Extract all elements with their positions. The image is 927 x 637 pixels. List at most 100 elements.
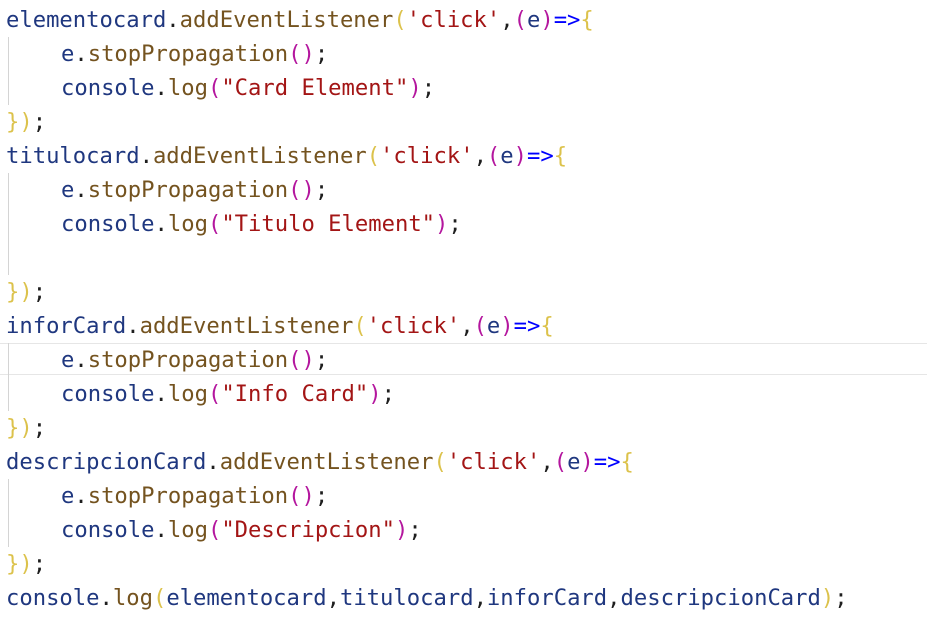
code-token-punct: .: [74, 177, 88, 203]
code-token-param: e: [567, 449, 581, 475]
code-token-paren2: (: [207, 75, 222, 101]
code-token-paren2: ): [580, 449, 594, 475]
code-token-punct: .: [166, 7, 180, 33]
code-token-punct: .: [154, 211, 168, 237]
code-token-punct: ;: [314, 483, 329, 509]
indent-guide: [8, 173, 9, 275]
code-token-punct: ;: [32, 551, 47, 577]
code-token-param: descripcionCard: [620, 585, 821, 611]
code-token-method: log: [167, 517, 208, 543]
code-token-brace1: (: [152, 585, 167, 611]
code-token-paren2: ): [513, 143, 527, 169]
indent-guide: [8, 37, 9, 105]
code-token-punct: ,: [326, 585, 340, 611]
code-line[interactable]: console.log("Info Card");: [61, 377, 395, 411]
code-token-punct: ;: [314, 177, 329, 203]
code-line[interactable]: e.stopPropagation();: [61, 343, 328, 377]
code-token-method: addEventListener: [152, 143, 367, 169]
code-token-punct: ;: [448, 211, 462, 237]
code-line[interactable]: });: [6, 547, 46, 581]
indent-guide: [8, 343, 9, 411]
code-token-paren2: ): [540, 7, 554, 33]
code-line[interactable]: });: [6, 411, 46, 445]
code-line[interactable]: console.log("Titulo Element");: [61, 207, 462, 241]
code-token-method: addEventListener: [219, 449, 434, 475]
code-token-str: "Descripcion": [221, 517, 395, 543]
code-token-param: e: [61, 41, 75, 67]
code-line[interactable]: elementocard.addEventListener('click',(e…: [6, 3, 594, 37]
code-line[interactable]: console.log(elementocard,titulocard,info…: [6, 581, 848, 615]
code-token-brace1: {: [580, 7, 594, 33]
code-token-obj: console: [61, 75, 155, 101]
code-line[interactable]: console.log("Card Element");: [61, 71, 435, 105]
code-token-punct: .: [74, 41, 88, 67]
code-token-method: log: [112, 585, 153, 611]
code-line[interactable]: e.stopPropagation();: [61, 173, 328, 207]
code-token-brace1: {: [553, 143, 568, 169]
code-token-punct: .: [74, 347, 88, 373]
code-line[interactable]: e.stopPropagation();: [61, 479, 328, 513]
code-token-brace1: (: [353, 313, 367, 339]
code-token-brace1: {: [620, 449, 634, 475]
code-token-method: log: [167, 75, 208, 101]
code-token-method: stopPropagation: [87, 347, 289, 373]
code-token-param: elementocard: [166, 585, 327, 611]
code-token-method: addEventListener: [139, 313, 354, 339]
code-token-paren2: (): [288, 177, 315, 203]
code-line[interactable]: titulocard.addEventListener('click',(e)=…: [6, 139, 567, 173]
code-token-arrow: =>: [513, 313, 541, 339]
code-token-paren2: (): [288, 483, 315, 509]
code-token-punct: ,: [460, 313, 474, 339]
code-token-punct: ;: [314, 347, 329, 373]
code-token-brace1: }): [6, 415, 33, 441]
code-token-obj: elementocard: [6, 7, 167, 33]
code-line[interactable]: e.stopPropagation();: [61, 37, 328, 71]
code-line[interactable]: inforCard.addEventListener('click',(e)=>…: [6, 309, 554, 343]
code-token-punct: ,: [607, 585, 621, 611]
code-token-str: "Card Element": [221, 75, 409, 101]
code-token-paren2: ): [368, 381, 382, 407]
code-token-param: e: [526, 7, 541, 33]
code-token-str: 'click': [406, 7, 501, 33]
code-token-punct: .: [126, 313, 140, 339]
code-token-paren2: (: [473, 313, 487, 339]
code-token-obj: console: [61, 517, 155, 543]
code-token-brace1: (: [433, 449, 447, 475]
code-token-param: e: [61, 347, 75, 373]
code-line[interactable]: descripcionCard.addEventListener('click'…: [6, 445, 634, 479]
code-token-param: e: [486, 313, 501, 339]
code-editor[interactable]: elementocard.addEventListener('click',(e…: [0, 0, 927, 637]
code-line[interactable]: console.log("Descripcion");: [61, 513, 422, 547]
code-token-punct: ,: [473, 585, 487, 611]
code-token-paren2: (: [513, 7, 527, 33]
code-token-method: stopPropagation: [87, 177, 289, 203]
code-token-method: stopPropagation: [87, 483, 289, 509]
code-token-paren2: ): [408, 75, 422, 101]
code-token-str: "Info Card": [221, 381, 369, 407]
code-token-punct: .: [74, 483, 88, 509]
code-token-brace1: (: [393, 7, 407, 33]
code-token-param: e: [61, 483, 75, 509]
code-token-obj: console: [61, 211, 155, 237]
code-token-punct: .: [206, 449, 220, 475]
code-token-param: inforCard: [486, 585, 608, 611]
code-token-param: e: [500, 143, 514, 169]
code-token-punct: .: [154, 381, 168, 407]
code-token-obj: inforCard: [6, 313, 127, 339]
code-token-paren2: (): [288, 347, 315, 373]
code-token-paren2: ): [500, 313, 514, 339]
code-token-str: 'click': [446, 449, 541, 475]
code-token-punct: ;: [32, 109, 47, 135]
code-token-punct: ;: [314, 41, 329, 67]
code-token-brace1: }): [6, 109, 33, 135]
code-token-method: log: [167, 211, 208, 237]
code-line[interactable]: });: [6, 105, 46, 139]
code-token-paren2: (: [486, 143, 501, 169]
code-line[interactable]: });: [6, 275, 46, 309]
code-token-arrow: =>: [593, 449, 621, 475]
code-token-paren2: ): [435, 211, 449, 237]
code-token-punct: ;: [408, 517, 422, 543]
code-token-brace1: {: [540, 313, 554, 339]
code-token-param: titulocard: [339, 585, 474, 611]
code-token-paren2: (: [207, 211, 222, 237]
